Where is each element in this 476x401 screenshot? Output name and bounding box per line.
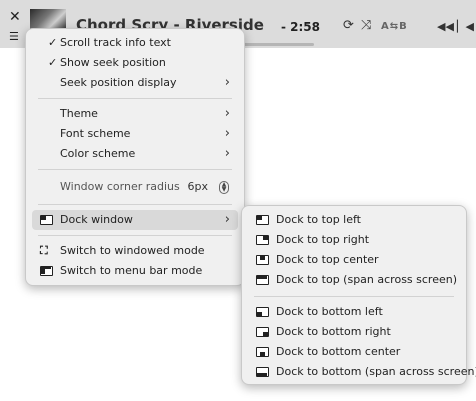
- menu-bar-mode-icon: [40, 266, 53, 276]
- menu-item-label: Dock to bottom (span across screen): [276, 365, 476, 378]
- context-menu: ✓ Scroll track info text ✓ Show seek pos…: [25, 28, 245, 286]
- menu-item-theme[interactable]: Theme ›: [32, 104, 238, 124]
- dock-top-span-icon: [256, 275, 269, 285]
- menu-item-label: Theme: [60, 107, 98, 120]
- close-icon[interactable]: ✕: [9, 9, 21, 25]
- menu-item-switch-menu-bar[interactable]: Switch to menu bar mode: [32, 261, 238, 281]
- dock-bottom-center-icon: [256, 347, 269, 357]
- submenu-item-dock-top-center[interactable]: Dock to top center: [248, 250, 460, 270]
- corner-radius-stepper[interactable]: ▲ ▼: [219, 181, 229, 194]
- menu-item-label: Dock to top (span across screen): [276, 273, 458, 286]
- checkmark-icon: ✓: [48, 56, 58, 69]
- dock-bottom-right-icon: [256, 327, 269, 337]
- menu-item-label: Switch to windowed mode: [60, 244, 205, 257]
- dock-submenu: Dock to top left Dock to top right Dock …: [241, 205, 476, 385]
- chevron-right-icon: ›: [224, 126, 230, 141]
- menu-separator: [38, 235, 232, 236]
- menu-item-label: Dock to bottom center: [276, 345, 401, 358]
- chevron-right-icon: ›: [224, 146, 230, 161]
- menu-icon[interactable]: ☰: [9, 30, 19, 43]
- corner-radius-value: 6px: [187, 180, 209, 193]
- previous-icon[interactable]: ◀◀: [437, 21, 454, 32]
- menu-item-label: Dock to top right: [276, 233, 370, 246]
- chevron-right-icon: ›: [224, 212, 230, 227]
- menu-item-seek-position-display[interactable]: Seek position display ›: [32, 73, 238, 93]
- menu-separator: [254, 296, 454, 297]
- menu-item-label: Show seek position: [60, 56, 166, 69]
- menu-item-label: Color scheme: [60, 147, 136, 160]
- dock-window-icon: [40, 215, 53, 225]
- menu-item-show-seek-position[interactable]: ✓ Show seek position: [32, 53, 238, 73]
- submenu-item-dock-bottom-right[interactable]: Dock to bottom right: [248, 322, 460, 342]
- menu-item-label: Dock window: [60, 213, 133, 226]
- menu-item-font-scheme[interactable]: Font scheme ›: [32, 124, 238, 144]
- checkmark-icon: ✓: [48, 36, 58, 49]
- dock-bottom-span-icon: [256, 367, 269, 377]
- menu-item-label: Scroll track info text: [60, 36, 171, 49]
- menu-item-label: Dock to top left: [276, 213, 361, 226]
- ab-repeat-icon[interactable]: A⇆B: [381, 21, 408, 32]
- menu-item-label: Switch to menu bar mode: [60, 264, 203, 277]
- remaining-time[interactable]: - 2:58: [281, 20, 320, 34]
- submenu-item-dock-bottom-span[interactable]: Dock to bottom (span across screen): [248, 362, 476, 382]
- submenu-item-dock-top-span[interactable]: Dock to top (span across screen): [248, 270, 460, 290]
- menu-separator: [38, 204, 232, 205]
- dock-bottom-left-icon: [256, 307, 269, 317]
- submenu-item-dock-top-left[interactable]: Dock to top left: [248, 210, 460, 230]
- menu-item-scroll-track-info[interactable]: ✓ Scroll track info text: [32, 33, 238, 53]
- menu-item-color-scheme[interactable]: Color scheme ›: [32, 144, 238, 164]
- menu-item-label: Window corner radius: [60, 180, 180, 193]
- windowed-mode-icon: ⛶: [40, 244, 48, 257]
- repeat-icon[interactable]: ⟳: [343, 19, 354, 32]
- menu-item-window-corner-radius: Window corner radius 6px ▲ ▼: [32, 177, 238, 197]
- menu-item-label: Seek position display: [60, 76, 177, 89]
- submenu-item-dock-top-right[interactable]: Dock to top right: [248, 230, 460, 250]
- menu-item-switch-windowed[interactable]: ⛶ Switch to windowed mode: [32, 241, 238, 261]
- chevron-right-icon: ›: [224, 106, 230, 121]
- dock-top-left-icon: [256, 215, 269, 225]
- submenu-item-dock-bottom-center[interactable]: Dock to bottom center: [248, 342, 460, 362]
- chevron-right-icon: ›: [224, 75, 230, 90]
- menu-item-label: Dock to bottom right: [276, 325, 391, 338]
- dock-top-center-icon: [256, 255, 269, 265]
- menu-separator: [38, 169, 232, 170]
- menu-item-label: Dock to top center: [276, 253, 379, 266]
- skip-back-icon[interactable]: ▏◀: [457, 21, 474, 32]
- menu-item-label: Font scheme: [60, 127, 131, 140]
- dock-top-right-icon: [256, 235, 269, 245]
- menu-item-label: Dock to bottom left: [276, 305, 383, 318]
- submenu-item-dock-bottom-left[interactable]: Dock to bottom left: [248, 302, 460, 322]
- menu-item-dock-window[interactable]: Dock window ›: [32, 210, 238, 230]
- menu-separator: [38, 98, 232, 99]
- shuffle-icon[interactable]: ⤨: [361, 19, 371, 32]
